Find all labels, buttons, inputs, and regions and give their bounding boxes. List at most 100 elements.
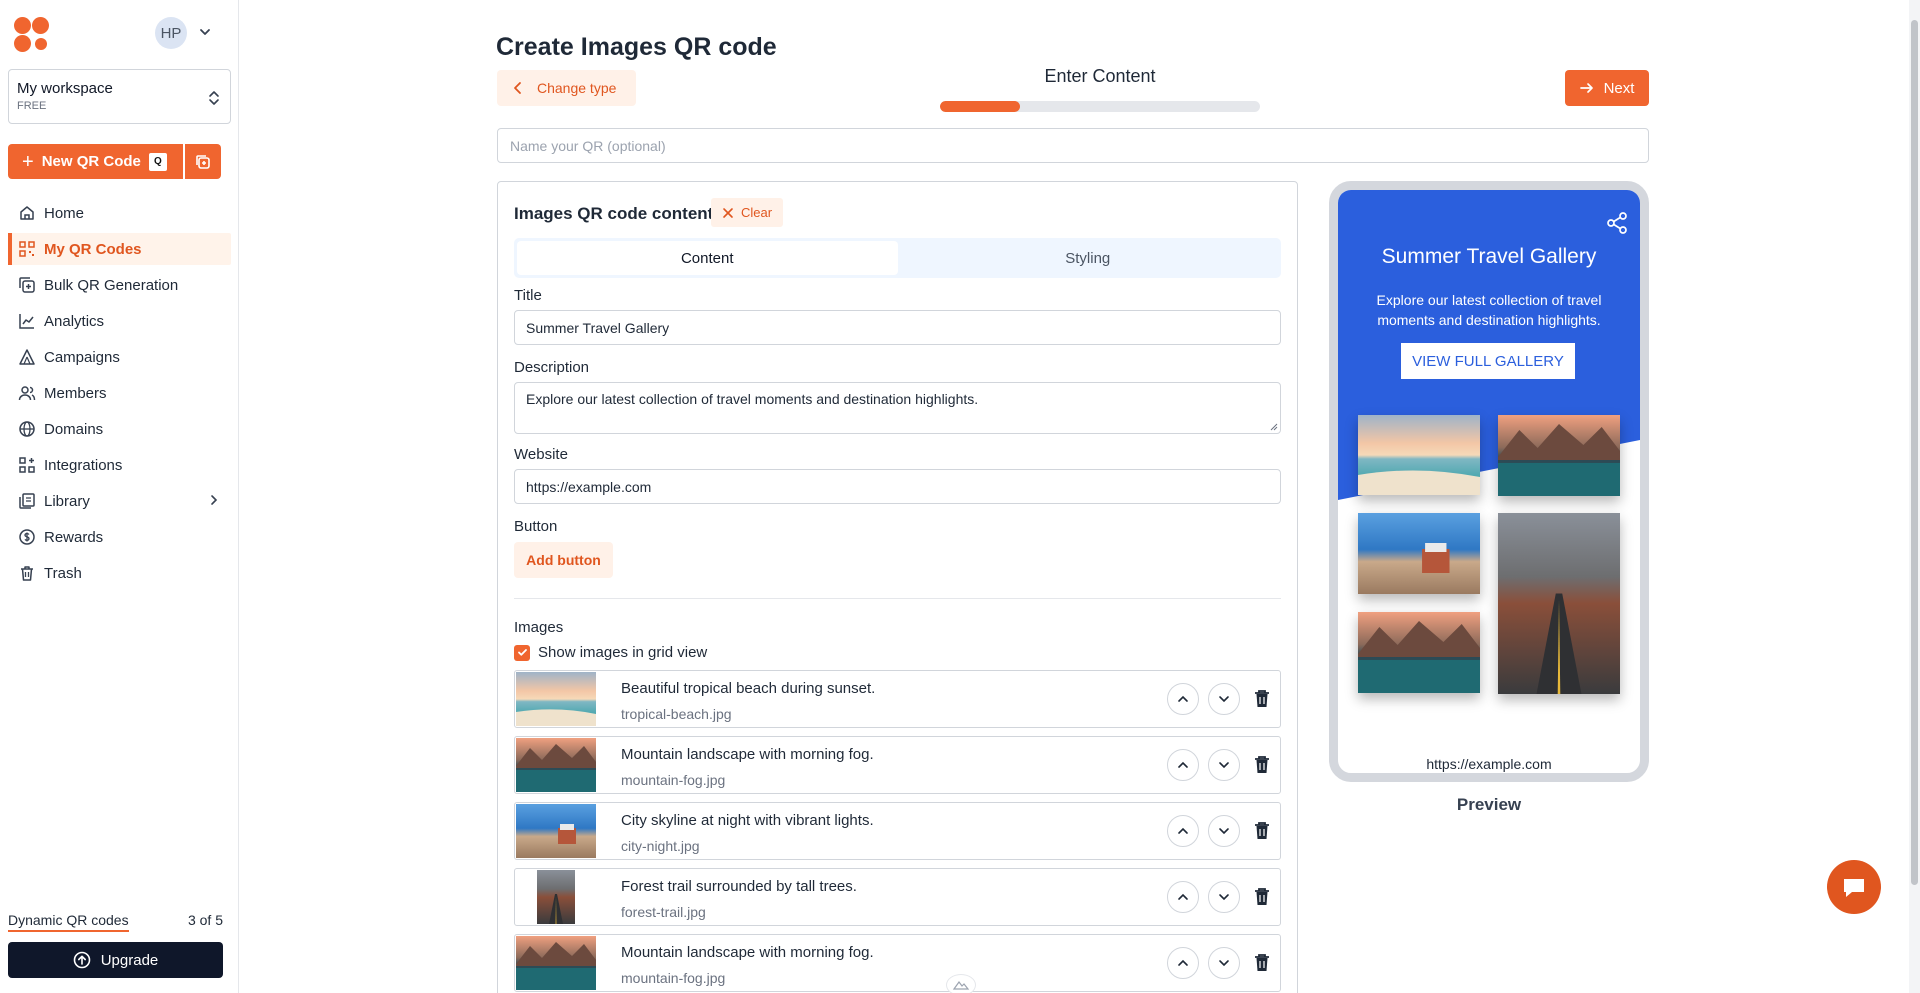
divider [514,598,1281,599]
chat-button[interactable] [1827,860,1881,914]
images-label: Images [514,619,564,636]
tab-styling[interactable]: Styling [898,241,1279,275]
gallery-image[interactable] [1498,415,1620,496]
image-list: Beautiful tropical beach during sunset. … [514,670,1281,993]
trash-icon[interactable] [1253,953,1271,973]
chat-icon [1844,879,1864,897]
sidebar-item-rewards[interactable]: Rewards [8,521,231,553]
panel-title: Images QR code content [514,204,714,223]
sidebar-item-home[interactable]: Home [8,197,231,229]
image-filename: forest-trail.jpg [621,904,706,920]
sidebar-item-integrations[interactable]: Integrations [8,449,231,481]
plus-icon: + [22,150,34,173]
new-qr-code-button[interactable]: + New QR Code Q [8,144,183,179]
brand-logo[interactable] [14,17,50,53]
sidebar-item-my-qr-codes[interactable]: My QR Codes [8,233,231,265]
move-down-button[interactable] [1208,947,1240,979]
workspace-name: My workspace [17,80,113,97]
share-icon[interactable] [1606,212,1628,234]
check-icon [517,649,527,656]
gallery-image[interactable] [1498,513,1620,694]
image-caption: Mountain landscape with morning fog. [621,746,874,763]
sidebar-item-domains[interactable]: Domains [8,413,231,445]
scrollbar[interactable] [1909,0,1920,993]
move-down-button[interactable] [1208,683,1240,715]
integrations-icon [19,457,35,473]
scroll-handle[interactable] [946,974,976,993]
move-down-button[interactable] [1208,749,1240,781]
sort-icon [209,91,219,105]
chevron-down-icon[interactable] [198,25,212,39]
step-label: Enter Content [1044,66,1156,86]
usage-label: Dynamic QR codes [8,912,129,932]
move-down-button[interactable] [1208,815,1240,847]
globe-icon [19,421,35,437]
sidebar-item-label: Campaigns [44,348,120,366]
avatar[interactable]: HP [155,17,187,49]
gallery-image[interactable] [1358,612,1480,693]
website-input[interactable]: https://example.com [514,469,1281,504]
trash-icon[interactable] [1253,887,1271,907]
move-up-button[interactable] [1167,815,1199,847]
sidebar-item-label: Library [44,492,90,510]
sidebar-item-members[interactable]: Members [8,377,231,409]
trash-icon [21,566,33,581]
add-button[interactable]: Add button [514,542,613,578]
chevron-down-icon [1219,960,1229,967]
sidebar-item-label: Trash [44,564,82,582]
image-row[interactable]: Mountain landscape with morning fog. mou… [514,934,1281,992]
sidebar-item-analytics[interactable]: Analytics [8,305,231,337]
image-row[interactable]: Beautiful tropical beach during sunset. … [514,670,1281,728]
trash-icon[interactable] [1253,689,1271,709]
grid-view-checkbox[interactable] [514,644,530,661]
qr-grid-icon [19,241,35,257]
image-thumbnail [516,804,596,858]
tab-content[interactable]: Content [517,241,898,275]
clear-button[interactable]: Clear [711,198,783,227]
analytics-icon [19,314,34,329]
description-textarea[interactable]: Explore our latest collection of travel … [514,382,1281,434]
move-down-button[interactable] [1208,881,1240,913]
title-label: Title [514,287,542,304]
chevron-down-icon [1219,894,1229,901]
image-row[interactable]: Forest trail surrounded by tall trees. f… [514,868,1281,926]
scrollbar-thumb[interactable] [1911,20,1918,885]
chevron-down-icon [1219,828,1229,835]
sidebar-item-trash[interactable]: Trash [8,557,231,589]
gallery-image[interactable] [1358,513,1480,594]
resize-handle-icon[interactable] [1270,423,1278,431]
upgrade-button[interactable]: Upgrade [8,942,223,978]
image-filename: mountain-fog.jpg [621,970,726,986]
dollar-icon [19,529,35,545]
sidebar-item-label: Domains [44,420,104,438]
change-type-button[interactable]: Change type [497,70,636,106]
bulk-create-button[interactable] [185,144,221,179]
qr-name-input[interactable] [497,128,1649,163]
gallery-image[interactable] [1358,415,1480,495]
next-button[interactable]: Next [1565,70,1649,106]
usage-meter: Dynamic QR codes 3 of 5 [8,912,223,932]
trash-icon[interactable] [1253,755,1271,775]
sidebar-item-bulk-qr-generation[interactable]: Bulk QR Generation [8,269,231,301]
move-up-button[interactable] [1167,749,1199,781]
move-up-button[interactable] [1167,881,1199,913]
image-row[interactable]: Mountain landscape with morning fog. mou… [514,736,1281,794]
image-filename: mountain-fog.jpg [621,772,726,788]
move-up-button[interactable] [1167,947,1199,979]
image-row[interactable]: City skyline at night with vibrant light… [514,802,1281,860]
description-value: Explore our latest collection of travel … [526,391,979,407]
step-progress-fill [940,101,1020,112]
chevron-right-icon [211,495,218,505]
view-gallery-button[interactable]: VIEW FULL GALLERY [1401,343,1575,379]
trash-icon[interactable] [1253,821,1271,841]
preview-url: https://example.com [1426,756,1552,772]
grid-view-label: Show images in grid view [538,644,708,661]
sidebar-item-library[interactable]: Library [8,485,231,517]
workspace-selector[interactable]: My workspace FREE [8,69,231,124]
home-icon [20,206,34,220]
move-up-button[interactable] [1167,683,1199,715]
title-input[interactable]: Summer Travel Gallery [514,310,1281,345]
image-filename: city-night.jpg [621,838,700,854]
grid-view-option[interactable]: Show images in grid view [514,644,707,661]
sidebar-item-campaigns[interactable]: Campaigns [8,341,231,373]
